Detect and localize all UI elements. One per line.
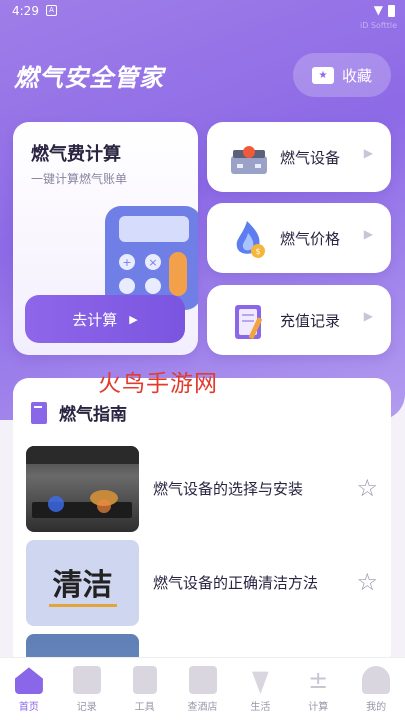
book-icon xyxy=(31,401,47,424)
tab-label: 记录 xyxy=(76,702,97,713)
tab-label: 计算 xyxy=(308,702,329,713)
clean-thumbnail-text: 清洁 xyxy=(48,560,117,607)
guide-header: 燃气指南 xyxy=(31,400,127,425)
gas-stove-icon xyxy=(231,146,267,174)
gas-price-card[interactable]: $ 燃气价格 ▶ xyxy=(207,203,391,273)
tab-hotels[interactable]: 查酒店 xyxy=(174,658,232,720)
gas-equipment-card[interactable]: 燃气设备 ▶ xyxy=(207,122,391,192)
tab-life[interactable]: 生活 xyxy=(231,658,289,720)
stove-thumbnail xyxy=(26,446,139,532)
favorites-label: 收藏 xyxy=(341,66,372,85)
tab-home[interactable]: 首页 xyxy=(0,658,58,720)
calculator-icon: ± xyxy=(308,666,329,694)
recharge-record-card[interactable]: 充值记录 ▶ xyxy=(207,285,391,355)
notification-icon: A xyxy=(46,5,57,16)
calculator-illustration: + × xyxy=(105,206,198,310)
bookmark-icon xyxy=(188,666,217,694)
flame-coin-icon: $ xyxy=(236,221,265,258)
play-arrow-icon: ▶ xyxy=(129,312,138,326)
clean-thumbnail: 清洁 xyxy=(26,540,139,626)
bottom-tab-bar: 首页 记录 工具 查酒店 生活 ± 计算 我的 xyxy=(0,657,405,720)
tab-calculate[interactable]: ± 计算 xyxy=(289,658,347,720)
chevron-right-icon: ▶ xyxy=(363,309,373,323)
tab-label: 首页 xyxy=(18,702,39,713)
tab-label: 查酒店 xyxy=(187,702,218,713)
gas-guide-section: 燃气指南 燃气设备的选择与安装 ☆ 清洁 燃气设备的正确清洁方法 ☆ xyxy=(13,378,391,668)
watermark: iD Softtle xyxy=(360,21,397,30)
svg-text:+: + xyxy=(122,256,131,269)
recharge-record-label: 充值记录 xyxy=(280,312,341,330)
svg-text:×: × xyxy=(148,256,157,269)
clipboard-icon xyxy=(132,666,157,694)
guide-item[interactable]: 清洁 燃气设备的正确清洁方法 ☆ xyxy=(26,540,378,626)
guide-item-title: 燃气设备的选择与安装 xyxy=(153,480,304,498)
guide-title: 燃气指南 xyxy=(59,405,127,425)
tab-label: 生活 xyxy=(250,702,271,713)
wifi-icon: ▼ xyxy=(373,3,383,17)
gas-equipment-label: 燃气设备 xyxy=(280,149,341,167)
user-icon xyxy=(362,666,391,694)
guide-item[interactable]: 燃气设备的选择与安装 ☆ xyxy=(26,446,378,532)
star-icon[interactable]: ☆ xyxy=(356,474,378,502)
gas-price-label: 燃气价格 xyxy=(280,230,341,248)
favorites-button[interactable]: ★ 收藏 xyxy=(293,53,391,97)
star-icon[interactable]: ☆ xyxy=(356,568,378,596)
notebook-pen-icon xyxy=(235,305,263,339)
chevron-right-icon: ▶ xyxy=(363,146,373,160)
carrot-icon xyxy=(251,671,269,694)
go-calculate-button[interactable]: 去计算 ▶ xyxy=(25,295,185,343)
guide-item-title: 燃气设备的正确清洁方法 xyxy=(153,574,319,592)
calculator-title: 燃气费计算 xyxy=(31,144,121,165)
status-time: 4:29 xyxy=(12,4,39,18)
tab-records[interactable]: 记录 xyxy=(58,658,116,720)
calculator-subtitle: 一键计算燃气账单 xyxy=(31,172,128,186)
tab-label: 工具 xyxy=(134,702,155,713)
overlay-watermark-text: 火鸟手游网 xyxy=(98,371,218,397)
battery-icon xyxy=(388,5,395,17)
folder-star-icon: ★ xyxy=(311,66,334,84)
bookmark-icon xyxy=(72,666,101,694)
go-calculate-label: 去计算 xyxy=(72,310,118,329)
svg-text:$: $ xyxy=(255,247,260,256)
tab-mine[interactable]: 我的 xyxy=(347,658,405,720)
tab-label: 我的 xyxy=(366,702,387,713)
chevron-right-icon: ▶ xyxy=(363,227,373,241)
app-title: 燃气安全管家 xyxy=(14,64,164,92)
status-bar: 4:29 A ▼ iD Softtle xyxy=(0,0,405,30)
tab-tools[interactable]: 工具 xyxy=(116,658,174,720)
gas-fee-calculator-card[interactable]: 燃气费计算 一键计算燃气账单 + × 去计算 ▶ xyxy=(13,122,198,355)
home-icon xyxy=(14,667,43,694)
